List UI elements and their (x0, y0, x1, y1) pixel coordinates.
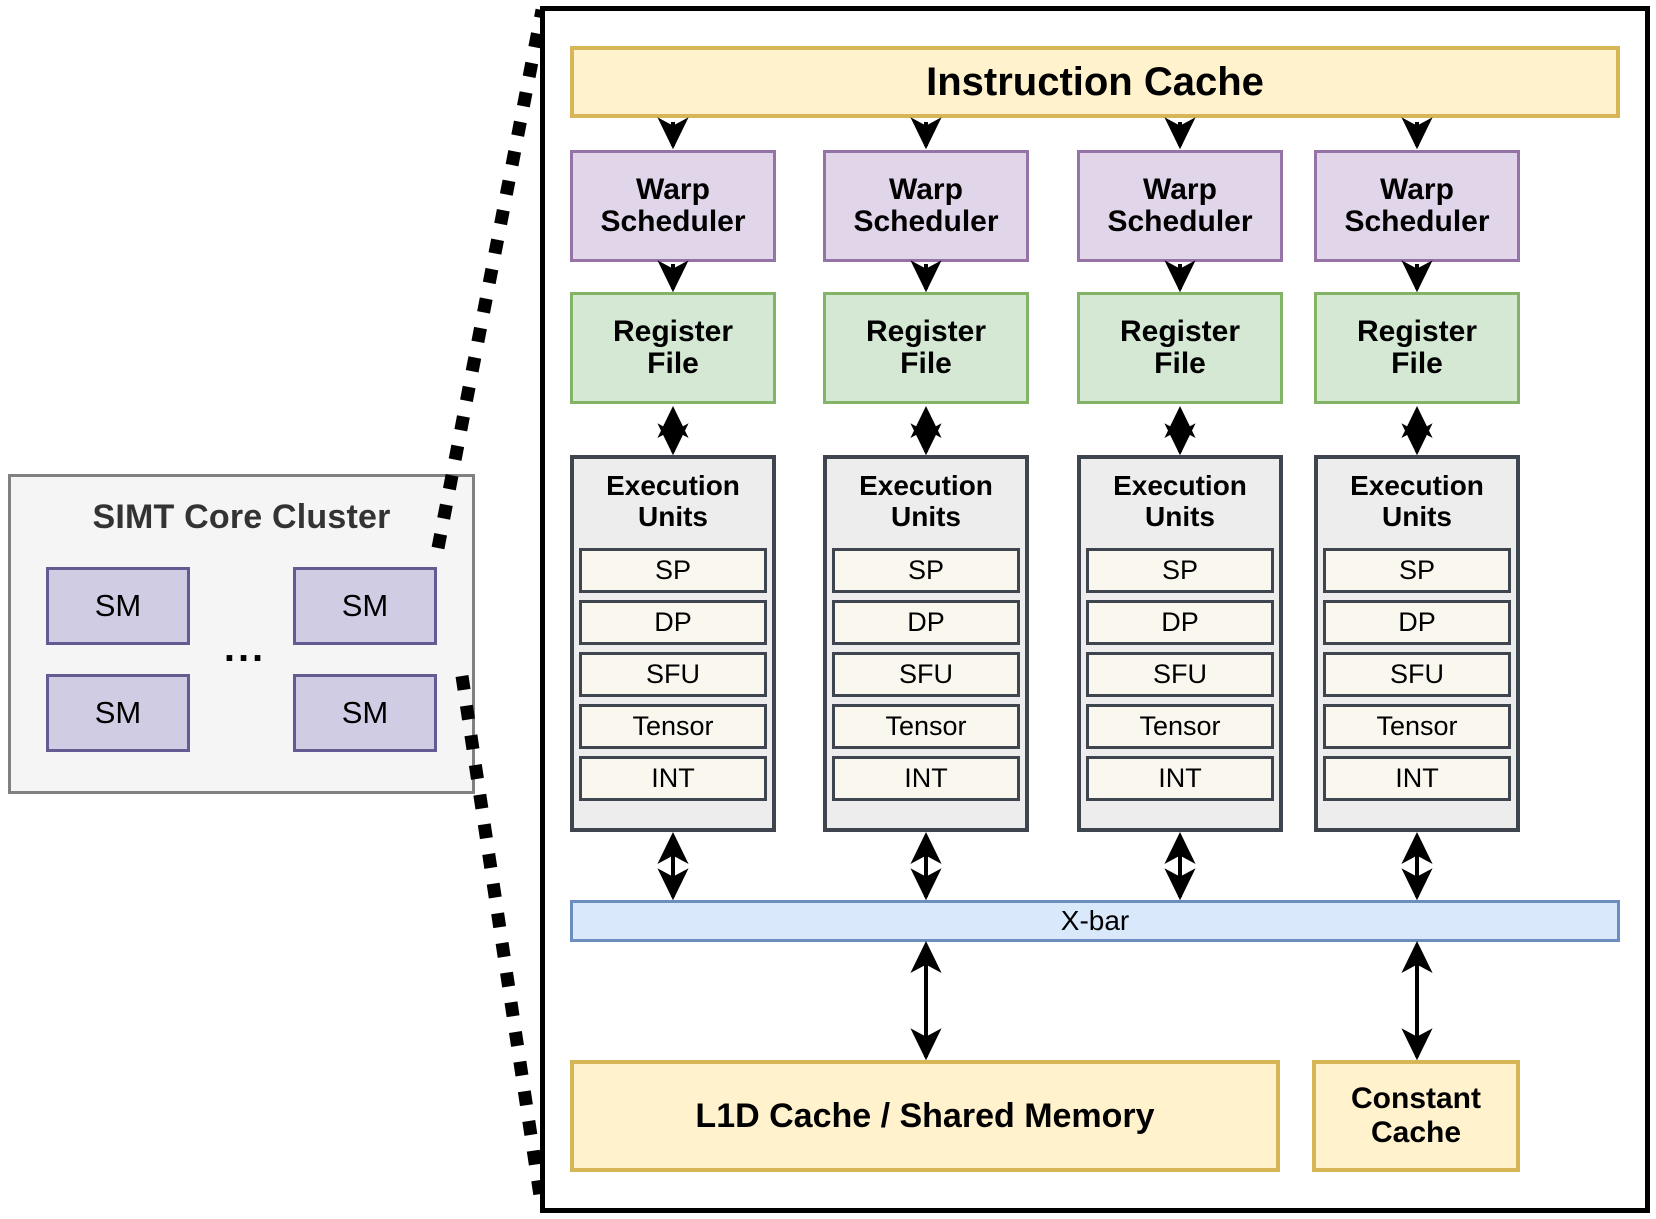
execution-units-2-title-line2: Units (891, 500, 961, 532)
warp-scheduler-1-line2: Scheduler (600, 205, 746, 238)
register-file-2[interactable]: Register File (823, 292, 1029, 404)
unit-int-2[interactable]: INT (832, 755, 1020, 801)
execution-units-4[interactable]: Execution Units SP DP SFU Tensor INT (1314, 455, 1520, 832)
register-file-1-line2: File (647, 347, 699, 380)
execution-units-3-title: Execution Units (1113, 470, 1247, 533)
register-file-1-line1: Register (612, 314, 734, 348)
execution-units-4-title: Execution Units (1350, 470, 1484, 533)
warp-scheduler-2-line1: Warp (889, 172, 963, 206)
register-file-4[interactable]: Register File (1314, 292, 1520, 404)
constant-cache-block[interactable]: Constant Cache (1312, 1060, 1520, 1172)
execution-units-3-title-line1: Execution (1113, 470, 1247, 501)
unit-tensor-3[interactable]: Tensor (1086, 703, 1274, 749)
execution-units-1-title-line1: Execution (606, 470, 740, 501)
unit-tensor-1[interactable]: Tensor (579, 703, 767, 749)
register-file-4-line1: Register (1356, 314, 1478, 348)
sm-ellipsis: ... (223, 626, 267, 670)
unit-sp-4[interactable]: SP (1323, 547, 1511, 593)
execution-units-3[interactable]: Execution Units SP DP SFU Tensor INT (1077, 455, 1283, 832)
sm-block-4[interactable]: SM (293, 674, 437, 752)
execution-units-3-title-line2: Units (1145, 500, 1215, 532)
execution-units-2[interactable]: Execution Units SP DP SFU Tensor INT (823, 455, 1029, 832)
execution-units-2-title: Execution Units (859, 470, 993, 533)
unit-int-3[interactable]: INT (1086, 755, 1274, 801)
execution-units-1[interactable]: Execution Units SP DP SFU Tensor INT (570, 455, 776, 832)
unit-sp-3[interactable]: SP (1086, 547, 1274, 593)
register-file-3[interactable]: Register File (1077, 292, 1283, 404)
unit-sfu-3[interactable]: SFU (1086, 651, 1274, 697)
constant-cache-line1: Constant (1351, 1082, 1481, 1116)
warp-scheduler-1[interactable]: Warp Scheduler (570, 150, 776, 262)
warp-scheduler-3[interactable]: Warp Scheduler (1077, 150, 1283, 262)
instruction-cache-block[interactable]: Instruction Cache (570, 46, 1620, 118)
unit-tensor-4[interactable]: Tensor (1323, 703, 1511, 749)
warp-scheduler-4[interactable]: Warp Scheduler (1314, 150, 1520, 262)
execution-units-4-title-line2: Units (1382, 500, 1452, 532)
unit-dp-2[interactable]: DP (832, 599, 1020, 645)
constant-cache-line2: Cache (1370, 1116, 1462, 1149)
l1d-cache-shared-memory-block[interactable]: L1D Cache / Shared Memory (570, 1060, 1280, 1172)
unit-int-1[interactable]: INT (579, 755, 767, 801)
unit-sfu-2[interactable]: SFU (832, 651, 1020, 697)
execution-units-1-title: Execution Units (606, 470, 740, 533)
register-file-4-line2: File (1391, 347, 1443, 380)
sm-block-3[interactable]: SM (46, 674, 190, 752)
unit-sp-1[interactable]: SP (579, 547, 767, 593)
warp-scheduler-2-line2: Scheduler (853, 205, 999, 238)
unit-dp-3[interactable]: DP (1086, 599, 1274, 645)
execution-units-4-title-line1: Execution (1350, 470, 1484, 501)
register-file-3-line2: File (1154, 347, 1206, 380)
register-file-2-line1: Register (865, 314, 987, 348)
unit-sfu-4[interactable]: SFU (1323, 651, 1511, 697)
simt-core-cluster-title: SIMT Core Cluster (92, 497, 391, 536)
warp-scheduler-3-line2: Scheduler (1107, 205, 1253, 238)
sm-block-1[interactable]: SM (46, 567, 190, 645)
register-file-2-line2: File (900, 347, 952, 380)
connector-top (431, 8, 549, 550)
execution-units-2-title-line1: Execution (859, 470, 993, 501)
execution-units-1-title-line2: Units (638, 500, 708, 532)
warp-scheduler-4-line2: Scheduler (1344, 205, 1490, 238)
sm-block-2[interactable]: SM (293, 567, 437, 645)
register-file-3-line1: Register (1119, 314, 1241, 348)
warp-scheduler-2[interactable]: Warp Scheduler (823, 150, 1029, 262)
warp-scheduler-4-line1: Warp (1380, 172, 1454, 206)
register-file-1[interactable]: Register File (570, 292, 776, 404)
unit-int-4[interactable]: INT (1323, 755, 1511, 801)
unit-dp-1[interactable]: DP (579, 599, 767, 645)
x-bar-block[interactable]: X-bar (570, 900, 1620, 942)
unit-sfu-1[interactable]: SFU (579, 651, 767, 697)
unit-sp-2[interactable]: SP (832, 547, 1020, 593)
diagram-canvas: SIMT Core Cluster SM SM SM SM ... Instru… (0, 0, 1656, 1219)
unit-tensor-2[interactable]: Tensor (832, 703, 1020, 749)
warp-scheduler-3-line1: Warp (1143, 172, 1217, 206)
unit-dp-4[interactable]: DP (1323, 599, 1511, 645)
warp-scheduler-1-line1: Warp (636, 172, 710, 206)
